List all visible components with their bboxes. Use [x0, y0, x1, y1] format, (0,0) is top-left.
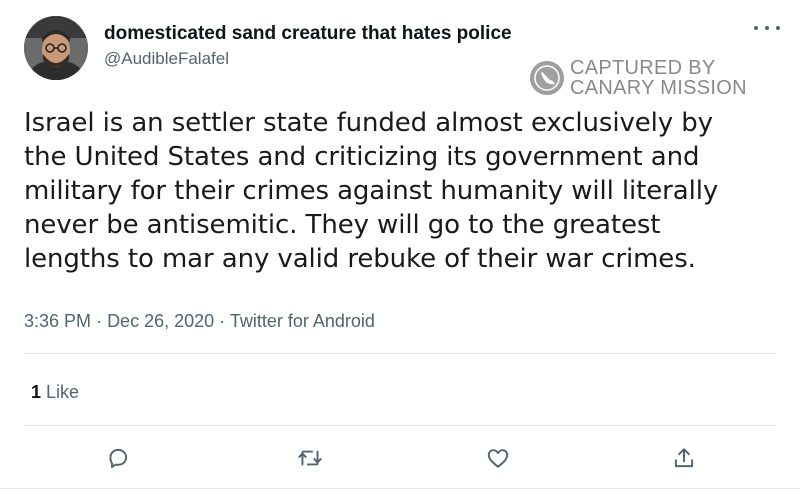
watermark-text: CAPTURED BY CANARY MISSION	[570, 58, 747, 98]
tweet-card: domesticated sand creature that hates po…	[0, 0, 800, 494]
like-icon	[487, 449, 509, 468]
share-icon	[674, 448, 694, 468]
tweet-text-line: never be antisemitic. They will go to th…	[24, 210, 661, 240]
reply-icon	[109, 448, 128, 469]
like-button[interactable]	[480, 440, 516, 476]
tweet-time[interactable]: 3:36 PM	[24, 311, 91, 331]
tweet-metadata: 3:36 PM · Dec 26, 2020 · Twitter for And…	[24, 311, 375, 332]
tweet-text: Israel is an settler state funded almost…	[24, 106, 764, 276]
canary-mission-watermark: CAPTURED BY CANARY MISSION	[530, 58, 747, 98]
tweet-text-line: military for their crimes against humani…	[24, 176, 719, 206]
meta-separator: ·	[96, 311, 108, 331]
tweet-text-line: Israel is an settler state funded almost…	[24, 108, 713, 138]
tweet-source[interactable]: Twitter for Android	[230, 311, 375, 331]
tweet-text-line: lengths to mar any valid rebuke of their…	[24, 244, 696, 274]
retweet-icon	[298, 450, 322, 466]
tweet-date[interactable]: Dec 26, 2020	[107, 311, 214, 331]
canary-logo-icon	[530, 61, 564, 95]
divider	[24, 353, 776, 354]
like-label: Like	[46, 382, 80, 402]
share-button[interactable]	[666, 440, 702, 476]
like-count-link[interactable]: 1 Like	[31, 382, 79, 403]
tweet-text-line: the United States and criticizing its go…	[24, 142, 700, 172]
reply-button[interactable]	[100, 440, 136, 476]
display-name[interactable]: domesticated sand creature that hates po…	[104, 23, 512, 45]
divider	[24, 425, 776, 426]
tweet-action-bar	[0, 440, 800, 480]
user-handle[interactable]: @AudibleFalafel	[104, 49, 229, 69]
watermark-line-1: CAPTURED BY	[570, 57, 716, 79]
more-options-icon[interactable]	[754, 20, 780, 36]
like-count: 1	[31, 382, 42, 402]
retweet-button[interactable]	[292, 440, 328, 476]
meta-separator: ·	[219, 311, 230, 331]
divider	[0, 488, 800, 489]
avatar[interactable]	[24, 16, 88, 80]
watermark-line-2: CANARY MISSION	[570, 77, 747, 99]
